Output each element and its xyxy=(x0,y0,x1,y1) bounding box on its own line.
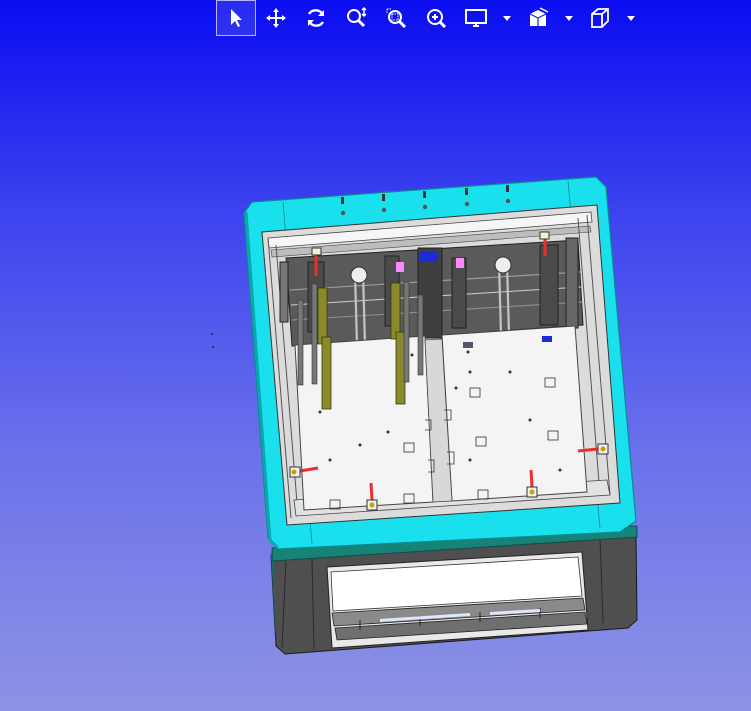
section-view-icon xyxy=(529,7,549,26)
cube-view-icon xyxy=(591,8,609,28)
rotate-icon xyxy=(307,9,325,27)
rotate-tool-button[interactable] xyxy=(296,0,336,36)
pan-move-icon xyxy=(266,8,286,28)
zoom-window-icon xyxy=(386,8,407,29)
fixture-model[interactable] xyxy=(0,36,751,711)
zoom-fit-icon xyxy=(427,9,447,29)
view-orientation-dropdown[interactable] xyxy=(620,0,642,36)
cursor-arrow-icon xyxy=(231,9,242,27)
monitor-icon xyxy=(465,9,487,27)
nest-plates xyxy=(294,325,588,511)
zoom-fit-tool-button[interactable] xyxy=(416,0,456,36)
zoom-window-tool-button[interactable] xyxy=(376,0,416,36)
3d-viewport[interactable] xyxy=(0,36,751,711)
view-orientation-button[interactable] xyxy=(580,0,620,36)
section-view-button[interactable] xyxy=(518,0,558,36)
model-point xyxy=(212,346,214,348)
display-mode-button[interactable] xyxy=(456,0,496,36)
select-tool-button[interactable] xyxy=(216,0,256,36)
view-toolbar xyxy=(216,0,642,36)
zoom-tool-button[interactable] xyxy=(336,0,376,36)
section-view-dropdown[interactable] xyxy=(558,0,580,36)
chevron-down-icon xyxy=(627,15,635,21)
chevron-down-icon xyxy=(503,15,511,21)
pan-tool-button[interactable] xyxy=(256,0,296,36)
chevron-down-icon xyxy=(565,15,573,21)
zoom-icon xyxy=(347,6,367,28)
model-point xyxy=(211,333,213,335)
display-mode-dropdown[interactable] xyxy=(496,0,518,36)
